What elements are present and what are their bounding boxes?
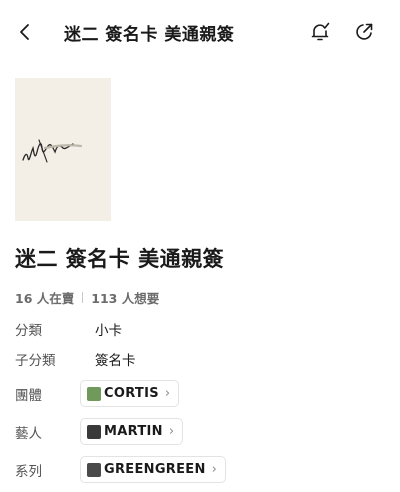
bell-check-icon (311, 22, 330, 41)
artist-label: 藝人 (15, 426, 42, 442)
series-chip[interactable]: GREENGREEN › (80, 456, 226, 483)
artist-name: MARTIN (104, 424, 163, 439)
stats-divider (82, 292, 84, 303)
artist-chip[interactable]: MARTIN › (80, 418, 184, 445)
category-label: 分類 (15, 323, 42, 339)
back-button[interactable] (13, 20, 37, 44)
share-external-icon (356, 23, 373, 40)
subcategory-value: 簽名卡 (95, 353, 136, 369)
series-thumbnail (87, 462, 101, 477)
group-chip[interactable]: CORTIS › (80, 380, 180, 407)
product-stats: 16 人在賣 113 人想要 (15, 288, 159, 307)
product-image[interactable] (15, 78, 111, 221)
chevron-left-icon (20, 24, 29, 40)
signature-image (15, 78, 111, 221)
chevron-right-icon: › (211, 462, 217, 477)
top-bar: 迷二 簽名卡 美通親簽 (0, 0, 400, 64)
group-label: 團體 (15, 388, 42, 404)
chevron-right-icon: › (164, 386, 171, 401)
header-title: 迷二 簽名卡 美通親簽 (64, 25, 235, 45)
wanters-count[interactable]: 113 人想要 (91, 288, 159, 307)
share-button[interactable] (352, 20, 376, 44)
group-thumbnail (87, 386, 101, 401)
subcategory-label: 子分類 (15, 353, 56, 369)
notify-button[interactable] (308, 20, 332, 44)
group-name: CORTIS (104, 386, 159, 401)
chevron-right-icon: › (168, 424, 175, 439)
sellers-count[interactable]: 16 人在賣 (15, 288, 74, 307)
category-value: 小卡 (95, 323, 122, 339)
series-name: GREENGREEN (104, 462, 206, 477)
artist-thumbnail (87, 424, 101, 439)
series-label: 系列 (15, 464, 42, 480)
product-title: 迷二 簽名卡 美通親簽 (15, 247, 225, 271)
